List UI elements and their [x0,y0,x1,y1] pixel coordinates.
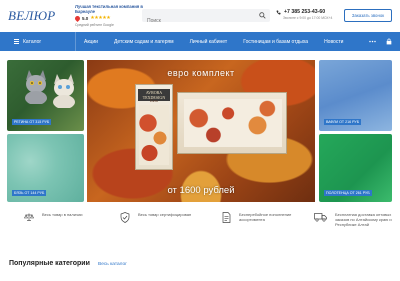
scale-icon [24,213,34,221]
popular-categories-title: Популярные категории [9,260,90,267]
document-icon [222,212,231,223]
phone[interactable]: +7 385 253-43-60 [276,9,325,15]
promo-label: ПОЛОТЕНЦА ОТ 261 РУБ [324,190,372,196]
search-icon[interactable] [259,12,266,19]
phone-icon [276,10,281,15]
menu-icon [14,39,19,44]
nav-item-kindergartens[interactable]: Детским садам и лагерям [106,32,182,51]
promo-tile-towels[interactable]: ПОЛОТЕНЦА ОТ 261 РУБ [319,134,392,202]
feature-text: Весь товар сертифицирован [138,212,192,217]
nav-catalog[interactable]: Каталог [0,32,76,51]
tagline: Лучшая текстильная компания в Барнауле [75,4,143,15]
box-fabric: Бязь [150,98,158,103]
rating-score: 5.0 [82,15,89,21]
site-header: ВЕЛЮР Лучшая текстильная компания в Барн… [0,0,400,32]
hero-price: от 1600 рублей [167,185,235,196]
nav-icons [369,32,392,51]
cat-illustration-icon [53,74,75,108]
main-nav: Каталог Акции Детским садам и лагерям Ли… [0,32,400,51]
promo-tile-regina[interactable]: РЕГИНА ОТ 315 РУБ [7,60,84,131]
bedding-pattern [184,99,282,147]
logo-text: ВЕЛЮР [8,8,56,23]
search-box [142,9,270,28]
callback-button[interactable]: Заказать звонок [344,9,392,22]
product-box-open [177,92,287,154]
promo-label: БЯЗЬ ОТ 144 РУБ [12,190,47,196]
search-input[interactable] [142,14,252,28]
map-pin-icon [73,14,82,22]
feature-certified: Весь товар сертифицирован [120,212,194,223]
nav-item-news[interactable]: Новости [316,32,351,51]
feature-in-stock: Весь товар в наличии [24,212,98,222]
feature-text: Весь товар в наличии [42,212,83,217]
all-catalog-link[interactable]: Весь каталог [98,262,127,267]
nav-catalog-label: Каталог [23,38,42,45]
cat-illustration-icon [25,70,47,104]
rating-caption: Средний рейтинг Google [75,23,114,27]
phone-number: +7 385 253-43-60 [284,9,326,15]
feature-text: Бесплатная доставка оптовых заказов по А… [335,212,392,228]
more-dots-icon[interactable] [369,40,376,43]
nav-item-promo[interactable]: Акции [76,32,106,51]
promo-tile-vafli[interactable]: ВАФЛИ ОТ 216 РУБ [319,60,392,131]
rating[interactable]: 5.0 ★★★★★ [73,14,111,22]
feature-delivery: Бесплатная доставка оптовых заказов по А… [314,212,397,228]
logo[interactable]: ВЕЛЮР [8,7,72,25]
feature-restock: Бесперебойное пополнение ассортимента [222,212,295,223]
promo-label: ВАФЛИ ОТ 216 РУБ [324,119,362,125]
box-pattern [139,105,169,165]
shield-check-icon [120,212,130,223]
promo-label: РЕГИНА ОТ 315 РУБ [12,119,52,125]
rating-stars: ★★★★★ [90,15,111,21]
nav-item-account[interactable]: Личный кабинет [182,32,236,51]
hero-banner[interactable]: евро комплект AVRORA TEXDESIGN Бязь от 1… [87,60,315,202]
truck-icon [314,213,327,222]
feature-text: Бесперебойное пополнение ассортимента [239,212,292,223]
lock-icon[interactable] [386,38,392,45]
promo-tile-byaz[interactable]: БЯЗЬ ОТ 144 РУБ [7,134,84,202]
phone-hours: Звоните с 9:00 до 17:00 МСК+4 [283,16,333,20]
product-box: AVRORA TEXDESIGN Бязь [135,84,173,170]
hero-title: евро комплект [167,68,235,78]
nav-item-hotels[interactable]: Гостиницам и базам отдыха [235,32,316,51]
